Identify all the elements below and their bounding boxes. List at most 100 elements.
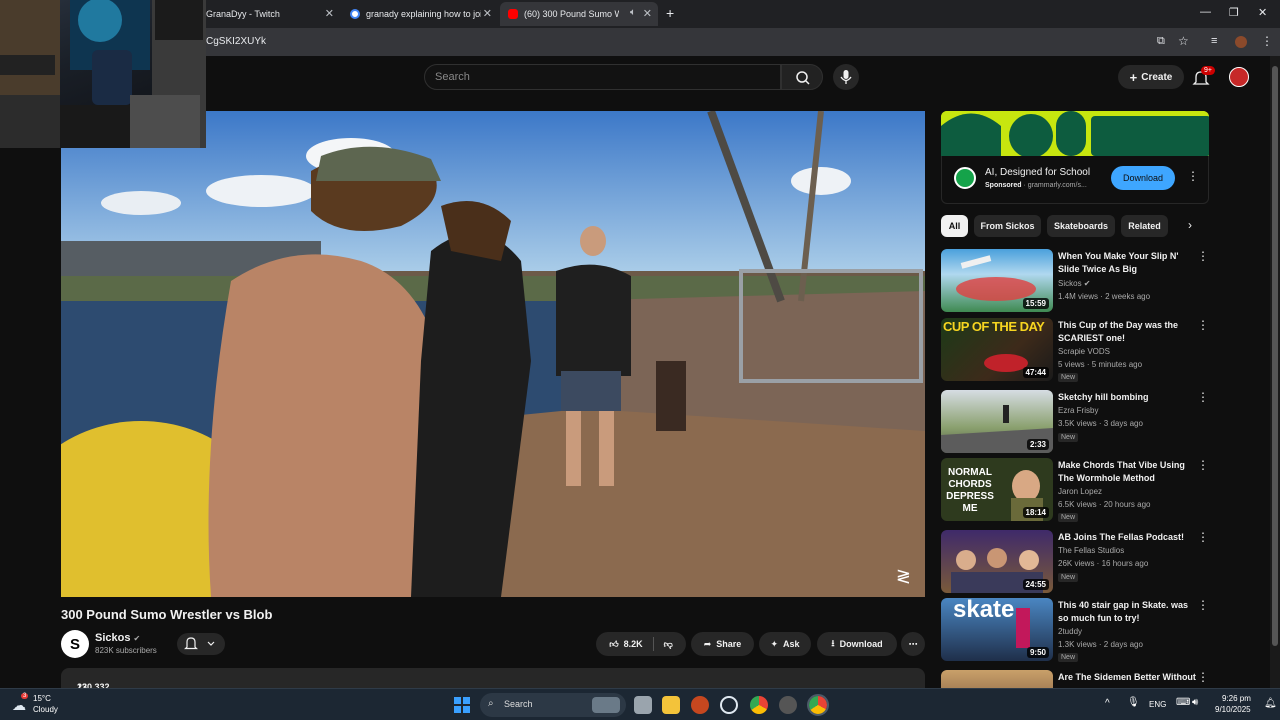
clock-time[interactable]: 9:26 pm	[1222, 694, 1251, 703]
more-actions-button[interactable]: ⋯	[901, 632, 925, 656]
speaker-icon[interactable]: 🔈︎	[630, 7, 636, 18]
chips-next-chevron-icon[interactable]: ›	[1188, 218, 1192, 232]
video-player[interactable]: ≷	[61, 111, 925, 597]
taskbar-search-label: Search	[504, 699, 533, 709]
page-scrollbar[interactable]	[1270, 56, 1280, 688]
task-view-icon[interactable]	[634, 696, 652, 714]
restore-icon[interactable]: ❐	[1229, 6, 1239, 19]
install-app-icon[interactable]: ⧉	[1157, 35, 1165, 48]
more-vert-icon[interactable]: ⋮	[1197, 318, 1209, 332]
bookmark-star-icon[interactable]: ☆	[1178, 34, 1189, 48]
weather-cloud-icon[interactable]: ☁	[12, 697, 26, 714]
window-close-icon[interactable]: ✕	[1258, 6, 1267, 19]
list-item[interactable]: Are The Sidemen Better Without ⋮	[941, 670, 1209, 688]
next-chevron-icon[interactable]: ≷	[896, 566, 911, 587]
tab-youtube-video[interactable]: (60) 300 Pound Sumo Wres 🔈︎ ✕	[500, 2, 658, 26]
account-avatar[interactable]	[1229, 67, 1249, 87]
search-button[interactable]	[781, 64, 823, 90]
brave-browser-icon[interactable]	[691, 696, 709, 714]
ad-menu-icon[interactable]: ⋮	[1187, 169, 1199, 183]
list-item[interactable]: 24:55 AB Joins The Fellas Podcast! The F…	[941, 530, 1209, 594]
taskbar-search-box[interactable]: ⌕ Search	[480, 693, 626, 717]
voice-search-button[interactable]	[833, 64, 859, 90]
chrome-active-icon[interactable]	[807, 694, 829, 716]
subscription-bell-button[interactable]	[177, 633, 225, 655]
channel-avatar[interactable]: S	[61, 630, 89, 658]
close-icon[interactable]: ✕	[325, 7, 334, 20]
duration-badge: 9:50	[1026, 647, 1049, 658]
notification-center-icon[interactable]: 🔔︎	[1264, 698, 1277, 709]
new-badge: New	[1058, 513, 1079, 522]
video-frame-image	[61, 111, 925, 597]
reading-list-icon[interactable]: ≡	[1211, 35, 1217, 47]
chrome-icon[interactable]	[750, 696, 768, 714]
video-thumbnail[interactable]: 24:55	[941, 530, 1053, 593]
chip-skateboards[interactable]: Skateboards	[1047, 215, 1115, 237]
more-vert-icon[interactable]: ⋮	[1197, 249, 1209, 263]
thumbs-down-icon[interactable]: 👎︎	[664, 639, 673, 650]
rec-title[interactable]: This 40 stair gap in Skate. was so much …	[1058, 599, 1198, 625]
close-icon[interactable]: ✕	[483, 7, 492, 20]
more-vert-icon[interactable]: ⋮	[1197, 390, 1209, 404]
volume-icon[interactable]: 🔊︎	[1192, 697, 1198, 708]
close-icon[interactable]: ✕	[643, 7, 652, 20]
browser-menu-icon[interactable]: ⋮	[1261, 34, 1273, 48]
tab-granady-search[interactable]: granady explaining how to join ✕	[342, 2, 498, 26]
network-icon[interactable]: ⌨	[1176, 697, 1190, 708]
chip-from-sickos[interactable]: From Sickos	[974, 215, 1041, 237]
rec-title[interactable]: Sketchy hill bombing	[1058, 391, 1198, 404]
channel-name[interactable]: Sickos ✔	[95, 632, 140, 644]
create-button[interactable]: + Create	[1118, 65, 1184, 89]
scrollbar-thumb[interactable]	[1272, 66, 1278, 646]
new-tab-icon[interactable]: +	[666, 5, 674, 21]
list-item[interactable]: NORMAL CHORDS DEPRESS ME 18:14 Make Chor…	[941, 458, 1209, 522]
more-vert-icon[interactable]: ⋮	[1197, 458, 1209, 472]
obs-icon[interactable]	[779, 696, 797, 714]
url-field[interactable]: CgSKI2XUYk	[206, 36, 266, 47]
rec-title[interactable]: AB Joins The Fellas Podcast!	[1058, 531, 1198, 544]
grammarly-logo-icon	[954, 167, 976, 189]
list-item[interactable]: 15:59 When You Make Your Slip N' Slide T…	[941, 249, 1209, 313]
more-vert-icon[interactable]: ⋮	[1197, 670, 1209, 684]
rec-title[interactable]: When You Make Your Slip N' Slide Twice A…	[1058, 250, 1198, 276]
ask-button[interactable]: ✦ Ask	[759, 632, 811, 656]
language-indicator[interactable]: ENG	[1149, 700, 1166, 709]
video-thumbnail[interactable]: skate. 9:50	[941, 598, 1053, 661]
video-thumbnail[interactable]: CUP OF THE DAY 47:44	[941, 318, 1053, 381]
video-thumbnail[interactable]: 2:33	[941, 390, 1053, 453]
video-thumbnail[interactable]	[941, 670, 1053, 688]
microphone-tray-icon[interactable]: 🎙︎	[1127, 697, 1140, 708]
more-vert-icon[interactable]: ⋮	[1197, 598, 1209, 612]
list-item[interactable]: 2:33 Sketchy hill bombing Ezra Frisby 3.…	[941, 390, 1209, 454]
profile-avatar[interactable]	[1235, 36, 1247, 48]
search-input[interactable]: Search	[424, 64, 781, 90]
tray-overflow-icon[interactable]: ^	[1105, 698, 1110, 709]
search-highlight-image	[592, 697, 620, 713]
download-button[interactable]: ⭳ Download	[817, 632, 897, 656]
chip-related[interactable]: Related	[1121, 215, 1168, 237]
list-item[interactable]: skate. 9:50 This 40 stair gap in Skate. …	[941, 598, 1209, 662]
minimize-icon[interactable]: —	[1200, 6, 1211, 18]
weather-temperature[interactable]: 15°C	[33, 694, 51, 703]
rec-title[interactable]: Are The Sidemen Better Without	[1058, 671, 1198, 684]
rec-title[interactable]: Make Chords That Vibe Using The Wormhole…	[1058, 459, 1198, 485]
ad-card[interactable]: AI, Designed for School Sponsored · gram…	[941, 156, 1209, 204]
share-button[interactable]: ➦ Share	[691, 632, 754, 656]
like-dislike-button[interactable]: 👍︎ 8.2K 👎︎	[596, 632, 686, 656]
file-explorer-icon[interactable]	[662, 696, 680, 714]
clock-date[interactable]: 9/10/2025	[1215, 705, 1251, 714]
ad-download-button[interactable]: Download	[1111, 166, 1175, 190]
more-vert-icon[interactable]: ⋮	[1197, 530, 1209, 544]
video-thumbnail[interactable]: NORMAL CHORDS DEPRESS ME 18:14	[941, 458, 1053, 521]
weather-alert-badge: 3	[21, 693, 29, 699]
rec-title[interactable]: This Cup of the Day was the SCARIEST one…	[1058, 319, 1198, 345]
cortana-icon[interactable]	[720, 696, 738, 714]
windows-start-icon[interactable]	[454, 697, 470, 713]
ask-label: Ask	[783, 639, 800, 649]
chip-all[interactable]: All	[941, 215, 968, 237]
ad-banner-image[interactable]	[941, 111, 1209, 156]
tab-twitch[interactable]: GranaDyy - Twitch ✕	[198, 2, 340, 26]
list-item[interactable]: CUP OF THE DAY 47:44 This Cup of the Day…	[941, 318, 1209, 382]
weather-description[interactable]: Cloudy	[33, 705, 58, 714]
video-thumbnail[interactable]: 15:59	[941, 249, 1053, 312]
